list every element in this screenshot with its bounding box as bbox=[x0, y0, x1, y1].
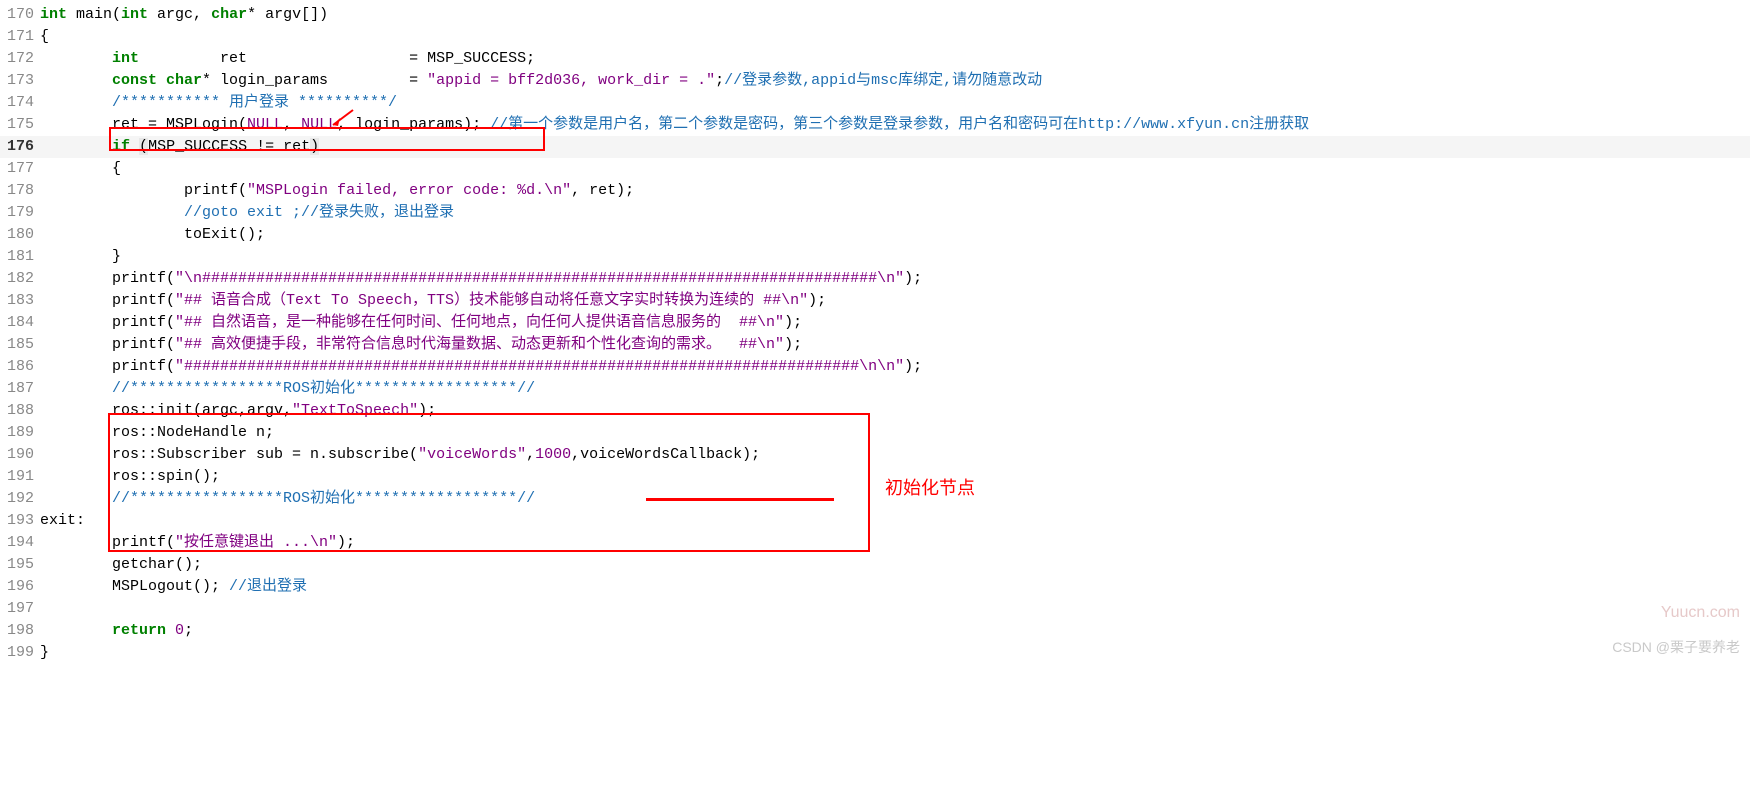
line-number: 191 bbox=[0, 466, 40, 488]
line-number: 171 bbox=[0, 26, 40, 48]
line-number: 186 bbox=[0, 356, 40, 378]
line-number: 183 bbox=[0, 290, 40, 312]
code-line: 199} bbox=[0, 642, 1750, 664]
code-line: 176 if (MSP_SUCCESS != ret) bbox=[0, 136, 1750, 158]
code-line: 178 printf("MSPLogin failed, error code:… bbox=[0, 180, 1750, 202]
code-content: printf("## 语音合成（Text To Speech，TTS）技术能够自… bbox=[40, 290, 1750, 312]
code-content: if (MSP_SUCCESS != ret) bbox=[40, 136, 1750, 158]
code-line: 185 printf("## 高效便捷手段，非常符合信息时代海量数据、动态更新和… bbox=[0, 334, 1750, 356]
line-number: 190 bbox=[0, 444, 40, 466]
code-content: exit: bbox=[40, 510, 1750, 532]
code-line: 177 { bbox=[0, 158, 1750, 180]
line-number: 182 bbox=[0, 268, 40, 290]
line-number: 194 bbox=[0, 532, 40, 554]
code-line: 197 bbox=[0, 598, 1750, 620]
code-line: 193exit: bbox=[0, 510, 1750, 532]
code-line: 180 toExit(); bbox=[0, 224, 1750, 246]
code-editor: 170int main(int argc, char* argv[])171{1… bbox=[0, 0, 1750, 664]
line-number: 176 bbox=[0, 136, 40, 158]
line-number: 180 bbox=[0, 224, 40, 246]
line-number: 198 bbox=[0, 620, 40, 642]
code-line: 194 printf("按任意键退出 ...\n"); bbox=[0, 532, 1750, 554]
code-content: printf("## 自然语音，是一种能够在任何时间、任何地点，向任何人提供语音… bbox=[40, 312, 1750, 334]
code-content: MSPLogout(); //退出登录 bbox=[40, 576, 1750, 598]
code-content: } bbox=[40, 246, 1750, 268]
code-line: 188 ros::init(argc,argv,"TextToSpeech"); bbox=[0, 400, 1750, 422]
code-line: 179 //goto exit ;//登录失败，退出登录 bbox=[0, 202, 1750, 224]
watermark-csdn: CSDN @栗子要养老 bbox=[1612, 636, 1740, 658]
line-number: 178 bbox=[0, 180, 40, 202]
code-line: 181 } bbox=[0, 246, 1750, 268]
code-content: { bbox=[40, 26, 1750, 48]
line-number: 193 bbox=[0, 510, 40, 532]
code-line: 192 //*****************ROS初始化***********… bbox=[0, 488, 1750, 510]
code-line: 191 ros::spin(); bbox=[0, 466, 1750, 488]
line-number: 195 bbox=[0, 554, 40, 576]
code-content: ros::init(argc,argv,"TextToSpeech"); bbox=[40, 400, 1750, 422]
code-content: ret = MSPLogin(NULL, NULL, login_params)… bbox=[40, 114, 1750, 136]
line-number: 187 bbox=[0, 378, 40, 400]
line-number: 189 bbox=[0, 422, 40, 444]
code-content: ros::NodeHandle n; bbox=[40, 422, 1750, 444]
line-number: 188 bbox=[0, 400, 40, 422]
code-line: 175 ret = MSPLogin(NULL, NULL, login_par… bbox=[0, 114, 1750, 136]
code-content: //*****************ROS初始化***************… bbox=[40, 378, 1750, 400]
code-line: 182 printf("\n##########################… bbox=[0, 268, 1750, 290]
code-content: /*********** 用户登录 **********/ bbox=[40, 92, 1750, 114]
code-line: 172 int ret = MSP_SUCCESS; bbox=[0, 48, 1750, 70]
code-line: 190 ros::Subscriber sub = n.subscribe("v… bbox=[0, 444, 1750, 466]
code-line: 183 printf("## 语音合成（Text To Speech，TTS）技… bbox=[0, 290, 1750, 312]
code-line: 173 const char* login_params = "appid = … bbox=[0, 70, 1750, 92]
line-number: 174 bbox=[0, 92, 40, 114]
code-line: 184 printf("## 自然语音，是一种能够在任何时间、任何地点，向任何人… bbox=[0, 312, 1750, 334]
code-content: printf("\n##############################… bbox=[40, 268, 1750, 290]
code-content: ros::spin(); bbox=[40, 466, 1750, 488]
code-content: return 0; bbox=[40, 620, 1750, 642]
watermark-site: Yuucn.com bbox=[1661, 602, 1740, 624]
line-number: 197 bbox=[0, 598, 40, 620]
code-content: ros::Subscriber sub = n.subscribe("voice… bbox=[40, 444, 1750, 466]
code-line: 187 //*****************ROS初始化***********… bbox=[0, 378, 1750, 400]
code-content: printf("按任意键退出 ...\n"); bbox=[40, 532, 1750, 554]
code-line: 186 printf("############################… bbox=[0, 356, 1750, 378]
code-line: 196 MSPLogout(); //退出登录 bbox=[0, 576, 1750, 598]
line-number: 192 bbox=[0, 488, 40, 510]
code-content: int ret = MSP_SUCCESS; bbox=[40, 48, 1750, 70]
line-number: 173 bbox=[0, 70, 40, 92]
code-line: 170int main(int argc, char* argv[]) bbox=[0, 4, 1750, 26]
code-line: 195 getchar(); bbox=[0, 554, 1750, 576]
code-line: 174 /*********** 用户登录 **********/ bbox=[0, 92, 1750, 114]
line-number: 181 bbox=[0, 246, 40, 268]
code-content: printf("################################… bbox=[40, 356, 1750, 378]
line-number: 184 bbox=[0, 312, 40, 334]
line-number: 175 bbox=[0, 114, 40, 136]
code-content bbox=[40, 598, 1750, 620]
line-number: 196 bbox=[0, 576, 40, 598]
code-content: //goto exit ;//登录失败，退出登录 bbox=[40, 202, 1750, 224]
line-number: 172 bbox=[0, 48, 40, 70]
code-content: const char* login_params = "appid = bff2… bbox=[40, 70, 1750, 92]
code-content: toExit(); bbox=[40, 224, 1750, 246]
line-number: 179 bbox=[0, 202, 40, 224]
code-content: printf("MSPLogin failed, error code: %d.… bbox=[40, 180, 1750, 202]
code-content: int main(int argc, char* argv[]) bbox=[40, 4, 1750, 26]
line-number: 170 bbox=[0, 4, 40, 26]
code-content: printf("## 高效便捷手段，非常符合信息时代海量数据、动态更新和个性化查… bbox=[40, 334, 1750, 356]
line-number: 177 bbox=[0, 158, 40, 180]
line-number: 199 bbox=[0, 642, 40, 664]
code-content: //*****************ROS初始化***************… bbox=[40, 488, 1750, 510]
code-line: 198 return 0; bbox=[0, 620, 1750, 642]
code-line: 171{ bbox=[0, 26, 1750, 48]
code-content: getchar(); bbox=[40, 554, 1750, 576]
code-line: 189 ros::NodeHandle n; bbox=[0, 422, 1750, 444]
line-number: 185 bbox=[0, 334, 40, 356]
code-content: { bbox=[40, 158, 1750, 180]
code-content: } bbox=[40, 642, 1750, 664]
